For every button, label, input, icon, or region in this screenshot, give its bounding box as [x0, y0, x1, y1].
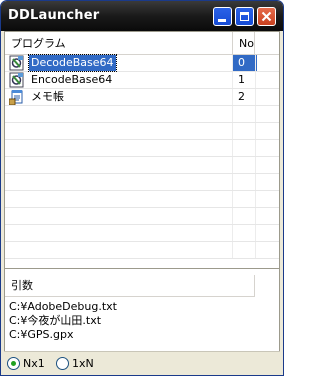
app-icon [9, 72, 25, 88]
mode-bar: Nx1 1xN [4, 351, 280, 375]
column-divider [232, 140, 233, 156]
column-divider [232, 208, 233, 224]
column-divider [255, 242, 256, 258]
column-divider [255, 140, 256, 156]
client-area: プログラム No DecodeBase64 0 EncodeBase64 1 メモ帳 2 … [4, 31, 280, 375]
program-name: メモ帳 [31, 90, 64, 103]
column-divider [232, 191, 233, 207]
maximize-button[interactable] [235, 7, 254, 26]
args-header: 引数 [5, 275, 255, 297]
radio-label: 1xN [72, 357, 94, 370]
list-rows: DecodeBase64 0 EncodeBase64 1 メモ帳 2 [5, 54, 279, 259]
column-divider [232, 225, 233, 241]
radio-label: Nx1 [23, 357, 45, 370]
app-window: DDLauncher プログラム No DecodeBase64 0 EncodeB… [0, 0, 284, 376]
column-header-no[interactable]: No [233, 32, 255, 54]
column-divider [232, 123, 233, 139]
close-icon [261, 11, 272, 22]
program-cell[interactable]: DecodeBase64 [9, 54, 231, 72]
empty-row [5, 208, 279, 225]
column-divider [232, 174, 233, 190]
column-divider [232, 242, 233, 258]
column-divider [255, 157, 256, 173]
column-divider [255, 191, 256, 207]
program-no: 0 [233, 55, 257, 71]
table-row[interactable]: メモ帳 2 [5, 89, 279, 106]
title-bar[interactable]: DDLauncher [1, 1, 283, 31]
column-divider [255, 89, 256, 105]
minimize-icon [218, 19, 226, 22]
empty-row [5, 242, 279, 259]
args-item[interactable]: C:¥AdobeDebug.txt [9, 300, 117, 314]
empty-row [5, 191, 279, 208]
program-name: DecodeBase64 [28, 54, 117, 72]
column-divider [232, 157, 233, 173]
program-no: 2 [238, 90, 245, 103]
maximize-icon [240, 12, 249, 21]
close-button[interactable] [257, 7, 276, 26]
args-item[interactable]: C:¥GPS.gpx [9, 328, 74, 342]
program-name: EncodeBase64 [31, 73, 113, 86]
program-cell[interactable]: メモ帳 [8, 89, 231, 106]
column-divider [232, 106, 233, 122]
app-icon [9, 55, 25, 71]
notepad-icon [8, 89, 25, 106]
column-divider [255, 225, 256, 241]
column-divider [255, 55, 256, 71]
radio-checked-icon [7, 357, 20, 370]
program-no: 1 [238, 73, 245, 86]
empty-row [5, 225, 279, 242]
column-divider [255, 106, 256, 122]
radio-unchecked-icon [56, 357, 69, 370]
program-list[interactable]: プログラム No DecodeBase64 0 EncodeBase64 1 メモ帳 2 [4, 31, 280, 269]
column-divider [255, 174, 256, 190]
column-divider [255, 208, 256, 224]
column-divider [255, 123, 256, 139]
column-divider [255, 72, 256, 88]
empty-row [5, 123, 279, 140]
empty-row [5, 140, 279, 157]
window-title: DDLauncher [8, 8, 100, 23]
empty-row [5, 174, 279, 191]
empty-row [5, 106, 279, 123]
column-header-program[interactable]: プログラム [5, 32, 233, 54]
table-row[interactable]: EncodeBase64 1 [5, 72, 279, 89]
minimize-button[interactable] [213, 7, 232, 26]
empty-row [5, 157, 279, 174]
program-cell[interactable]: EncodeBase64 [9, 72, 231, 88]
args-item[interactable]: C:¥今夜が山田.txt [9, 314, 101, 328]
list-header: プログラム No [5, 32, 279, 55]
table-row[interactable]: DecodeBase64 0 [5, 54, 279, 72]
